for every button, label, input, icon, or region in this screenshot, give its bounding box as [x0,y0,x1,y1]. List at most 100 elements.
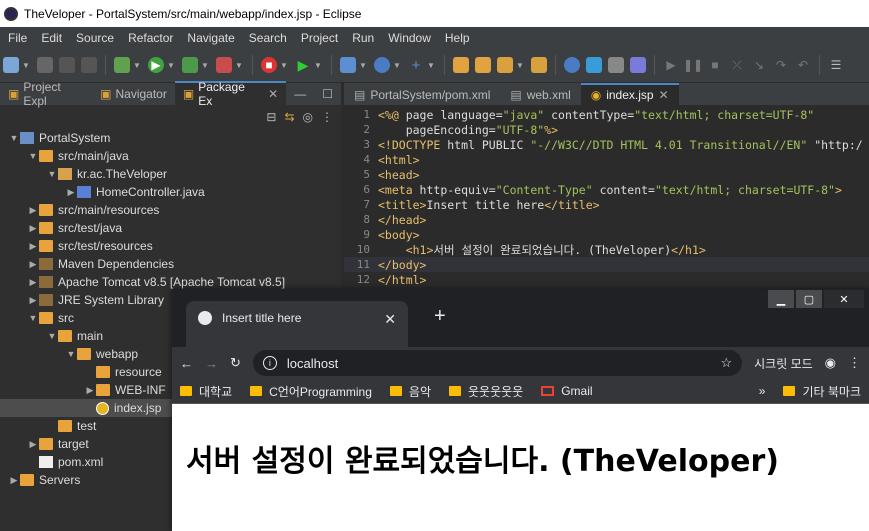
step-return-icon[interactable]: ↶ [795,57,811,73]
collapse-all-icon[interactable]: ⊟ [266,110,276,124]
save-icon[interactable] [37,57,53,73]
back-icon[interactable]: ← [180,356,193,371]
run-icon[interactable]: ▶ [148,57,164,73]
reload-icon[interactable]: ↻ [230,355,241,371]
chevron-down-icon[interactable]: ▼ [235,57,243,73]
tree-item[interactable]: ▼ PortalSystem [0,129,341,147]
chevron-down-icon[interactable]: ▼ [201,57,209,73]
expanded-arrow-icon[interactable]: ▼ [65,349,77,359]
stop-server-icon[interactable]: ■ [261,57,277,73]
other-bookmarks[interactable]: 기타 북마크 [783,383,861,400]
star-icon[interactable]: ☆ [720,355,732,371]
focus-icon[interactable]: ◎ [303,110,313,124]
menu-item-file[interactable]: File [0,31,33,45]
bookmark-item[interactable]: 웃웃웃웃웃 [449,383,523,400]
collapsed-arrow-icon[interactable]: ▶ [27,277,39,288]
collapsed-arrow-icon[interactable]: ▶ [27,241,39,252]
step-over-icon[interactable]: ↷ [773,57,789,73]
info-icon[interactable]: i [262,356,277,370]
editor-tab[interactable]: ◉ index.jsp ✕ [580,83,679,105]
expanded-arrow-icon[interactable]: ▼ [27,151,39,161]
editor-tab[interactable]: ▤ web.xml [500,85,580,105]
address-bar[interactable]: i localhost ☆ [252,350,743,376]
tab-package-explorer[interactable]: ▣ Package Ex ✕ [174,80,287,108]
new-tab-icon[interactable]: + [434,305,446,328]
terminate-icon[interactable]: ■ [707,57,723,73]
show-whitespace-icon[interactable]: ☰ [828,57,844,73]
code-line[interactable]: 9 <body> [344,227,869,242]
link-with-editor-icon[interactable]: ⇆ [284,110,294,124]
minimize-icon[interactable]: — [286,87,314,105]
menu-item-search[interactable]: Search [241,31,293,45]
debug-icon[interactable] [114,57,130,73]
expanded-arrow-icon[interactable]: ▼ [8,133,20,143]
code-line[interactable]: 11 </body> [344,257,869,272]
maven-icon[interactable] [586,57,602,73]
menu-item-help[interactable]: Help [437,31,476,45]
new-java-class-icon[interactable]: + [408,57,424,74]
collapsed-arrow-icon[interactable]: ▶ [65,187,77,198]
tree-item[interactable]: ▶ HomeController.java [0,183,341,201]
maximize-icon[interactable]: ☐ [314,87,341,105]
collapsed-arrow-icon[interactable]: ▶ [27,223,39,234]
chevron-down-icon[interactable]: ▼ [133,57,141,73]
chevron-down-icon[interactable]: ▼ [516,57,524,73]
chevron-down-icon[interactable]: ▼ [427,57,435,73]
search-icon[interactable] [497,57,513,73]
collapsed-arrow-icon[interactable]: ▶ [27,259,39,270]
annotation-icon[interactable] [531,57,547,73]
menu-item-run[interactable]: Run [344,31,380,45]
code-line[interactable]: 4 <html> [344,152,869,167]
collapsed-arrow-icon[interactable]: ▶ [27,295,39,306]
new-server-icon[interactable] [340,57,356,73]
chevron-down-icon[interactable]: ▼ [393,57,401,73]
disconnect-icon[interactable]: ⤫ [729,57,745,73]
tree-item[interactable]: ▶ Maven Dependencies [0,255,341,273]
more-bookmarks-icon[interactable]: » [759,384,766,398]
view-menu-icon[interactable]: ⋮ [321,110,333,124]
close-button[interactable]: ✕ [823,289,865,309]
code-line[interactable]: 12 </html> [344,272,869,287]
globe-icon[interactable] [564,57,580,73]
open-type-icon[interactable] [453,57,469,73]
coverage-icon[interactable] [182,57,198,73]
tab-navigator[interactable]: ▣ Navigator [92,83,175,105]
new-icon[interactable] [3,57,19,73]
chevron-down-icon[interactable]: ▼ [280,57,288,73]
minimize-button[interactable]: ▁ [767,289,795,309]
menu-icon[interactable]: ⋮ [848,355,861,371]
menu-item-refactor[interactable]: Refactor [120,31,179,45]
close-icon[interactable]: ✕ [659,88,669,102]
step-into-icon[interactable]: ↘ [751,57,767,73]
tree-item[interactable]: ▼ kr.ac.TheVeloper [0,165,341,183]
menu-item-navigate[interactable]: Navigate [179,31,240,45]
browser-tab[interactable]: Insert title here ✕ [186,301,408,347]
tree-item[interactable]: ▶ src/main/resources [0,201,341,219]
bookmark-item[interactable]: Gmail [541,384,593,398]
expanded-arrow-icon[interactable]: ▼ [27,313,39,323]
tree-item[interactable]: ▼ src/main/java [0,147,341,165]
code-line[interactable]: 8 </head> [344,212,869,227]
console-icon[interactable] [608,57,624,73]
maximize-button[interactable]: ▢ [795,289,823,309]
web-browser-icon[interactable] [374,57,390,73]
code-line[interactable]: 3 <!DOCTYPE html PUBLIC "-//W3C//DTD HTML… [344,137,869,152]
collapsed-arrow-icon[interactable]: ▶ [27,205,39,216]
forward-icon[interactable]: → [205,356,218,371]
open-task-icon[interactable] [475,57,491,73]
collapsed-arrow-icon[interactable]: ▶ [27,439,39,450]
collapsed-arrow-icon[interactable]: ▶ [84,385,96,396]
code-line[interactable]: 6 <meta http-equiv="Content-Type" content… [344,182,869,197]
code-line[interactable]: 1 <%@ page language="java" contentType="t… [344,107,869,122]
close-icon[interactable]: ✕ [268,87,278,101]
chevron-down-icon[interactable]: ▼ [167,57,175,73]
chevron-down-icon[interactable]: ▼ [22,57,30,73]
pin-icon[interactable] [630,57,646,73]
close-icon[interactable]: ✕ [384,311,396,328]
chevron-down-icon[interactable]: ▼ [359,57,367,73]
code-line[interactable]: 5 <head> [344,167,869,182]
tree-item[interactable]: ▶ src/test/resources [0,237,341,255]
bookmark-item[interactable]: 대학교 [180,383,232,400]
code-line[interactable]: 2 pageEncoding="UTF-8"%> [344,122,869,137]
bookmark-item[interactable]: C언어Programming [250,383,372,400]
